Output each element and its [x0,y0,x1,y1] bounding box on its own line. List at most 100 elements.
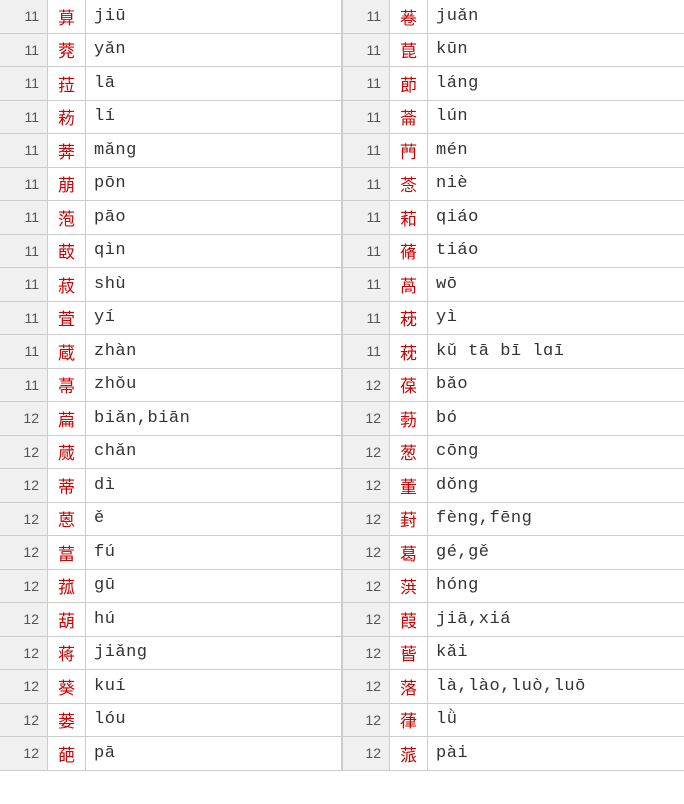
character-link[interactable]: 蒇 [58,439,75,464]
character-link[interactable]: 菣 [58,238,75,263]
table-row: 11菣qìn [0,235,342,269]
character-link[interactable]: 董 [400,473,417,498]
table-row: 11萒yǎn [0,34,342,68]
stroke-count: 12 [342,436,390,469]
character-cell: 萠 [48,168,86,201]
character-link[interactable]: 菛 [400,138,417,163]
table-row: 11 萠 pōn [0,168,342,202]
character-link[interactable]: 菎 [400,37,417,62]
character-link[interactable]: 萂 [400,205,417,230]
table-row: 11菎kūn [342,34,684,68]
pinyin: lǜ [428,704,684,737]
character-link[interactable]: 葱 [400,439,417,464]
dictionary-table: 11萛jiū11萒yǎn11菈lā11菞lí11莾mǎng11萠pōn11萢pā… [0,0,684,771]
character-link[interactable]: 蒌 [58,707,75,732]
character-link[interactable]: 萙 [400,339,417,364]
character-link[interactable]: 萓 [58,305,75,330]
stroke-count: 12 [342,570,390,603]
character-link[interactable]: 萹 [58,406,75,431]
character-link[interactable]: 蒂 [58,473,75,498]
character-link[interactable]: 萒 [58,37,75,62]
character-cell: 葩 [48,737,86,770]
pinyin: lún [428,101,684,134]
character-link[interactable]: 菍 [400,171,417,196]
stroke-count: 11 [342,201,390,234]
stroke-count: 11 [0,201,48,234]
character-link[interactable]: 萛 [58,4,75,29]
character-link[interactable]: 葩 [58,741,75,766]
character-link[interactable]: 萠 [58,171,75,196]
character-link[interactable]: 菷 [58,372,75,397]
character-link[interactable]: 葵 [58,674,75,699]
character-cell: 菎 [390,34,428,67]
character-cell: 葓 [390,570,428,603]
stroke-count: 12 [0,570,48,603]
character-link[interactable]: 萵 [400,272,417,297]
character-link[interactable]: 菕 [400,104,417,129]
character-link[interactable]: 蒋 [58,640,75,665]
character-link[interactable]: 菰 [58,573,75,598]
character-cell: 萛 [48,0,86,33]
pinyin: zhàn [86,335,342,368]
character-link[interactable]: 葆 [400,372,417,397]
stroke-count: 12 [0,469,48,502]
table-row: 12蒌lóu [0,704,342,738]
character-cell: 莾 [48,134,86,167]
character-cell: 葑 [390,503,428,536]
character-link[interactable]: 蒎 [400,741,417,766]
table-row: 11萛jiū [0,0,342,34]
pinyin: yì [428,302,684,335]
character-link[interactable]: 菞 [58,104,75,129]
stroke-count: 12 [342,737,390,770]
table-row: 12葩pā [0,737,342,771]
character-link[interactable]: 萢 [58,205,75,230]
character-link[interactable]: 莾 [58,138,75,163]
stroke-count: 11 [342,168,390,201]
character-link[interactable]: 葎 [400,707,417,732]
character-link[interactable]: 菽 [58,272,75,297]
pinyin: pōn [86,168,342,201]
pinyin: hú [86,603,342,636]
character-cell: 萵 [390,268,428,301]
character-link[interactable]: 落 [400,674,417,699]
table-row: 11菽shù [0,268,342,302]
pinyin: lóu [86,704,342,737]
pinyin: jiā,xiá [428,603,684,636]
stroke-count: 11 [342,268,390,301]
character-link[interactable]: 葛 [400,540,417,565]
character-link[interactable]: 蒈 [400,640,417,665]
table-row: 11莾mǎng [0,134,342,168]
table-row: 11菛mén [342,134,684,168]
character-link[interactable]: 菈 [58,71,75,96]
table-row: 11萂qiáo [342,201,684,235]
character-link[interactable]: 萙 [400,305,417,330]
table-row: 12蒈kǎi [342,637,684,671]
pinyin: mǎng [86,134,342,167]
character-link[interactable]: 葑 [400,506,417,531]
character-link[interactable]: 菤 [400,4,417,29]
stroke-count: 11 [0,335,48,368]
character-link[interactable]: 蔵 [58,339,75,364]
character-link[interactable]: 葧 [400,406,417,431]
character-link[interactable]: 莭 [400,71,417,96]
stroke-count: 12 [342,536,390,569]
pinyin: jiǎng [86,637,342,670]
character-cell: 蔵 [48,335,86,368]
character-cell: 葵 [48,670,86,703]
character-link[interactable]: 葍 [58,540,75,565]
character-link[interactable]: 葫 [58,607,75,632]
character-cell: 葎 [390,704,428,737]
stroke-count: 11 [342,67,390,100]
character-link[interactable]: 葭 [400,607,417,632]
character-cell: 蒈 [390,637,428,670]
table-row: 12葵kuí [0,670,342,704]
character-link[interactable]: 蓨 [400,238,417,263]
character-link[interactable]: 葓 [400,573,417,598]
character-cell: 菍 [390,168,428,201]
stroke-count: 12 [342,670,390,703]
character-link[interactable]: 蒽 [58,506,75,531]
table-row: 11萢pāo [0,201,342,235]
pinyin: jiū [86,0,342,33]
stroke-count: 11 [0,168,48,201]
character-cell: 蒋 [48,637,86,670]
